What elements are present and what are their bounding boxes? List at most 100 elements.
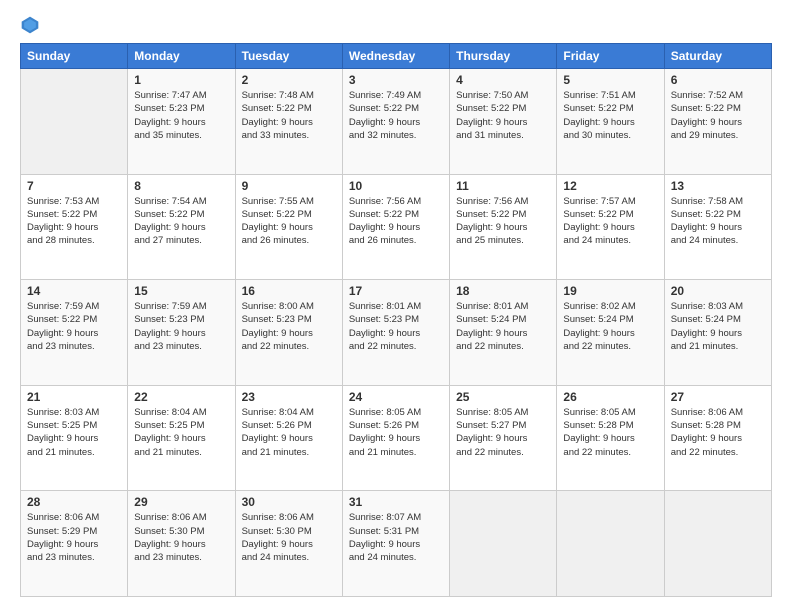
header-row: SundayMondayTuesdayWednesdayThursdayFrid…: [21, 44, 772, 69]
day-info: Sunrise: 8:06 AM Sunset: 5:28 PM Dayligh…: [671, 406, 765, 459]
day-number: 25: [456, 390, 550, 404]
day-info: Sunrise: 8:06 AM Sunset: 5:30 PM Dayligh…: [242, 511, 336, 564]
day-number: 28: [27, 495, 121, 509]
day-number: 17: [349, 284, 443, 298]
day-info: Sunrise: 8:07 AM Sunset: 5:31 PM Dayligh…: [349, 511, 443, 564]
day-info: Sunrise: 7:47 AM Sunset: 5:23 PM Dayligh…: [134, 89, 228, 142]
calendar-cell: 15 Sunrise: 7:59 AM Sunset: 5:23 PM Dayli…: [128, 280, 235, 386]
calendar-cell: 23Sunrise: 8:04 AM Sunset: 5:26 PM Dayli…: [235, 385, 342, 491]
page: SundayMondayTuesdayWednesdayThursdayFrid…: [0, 0, 792, 612]
day-info: Sunrise: 7:56 AM Sunset: 5:22 PM Dayligh…: [456, 195, 550, 248]
calendar-table: SundayMondayTuesdayWednesdayThursdayFrid…: [20, 43, 772, 597]
day-info: Sunrise: 7:49 AM Sunset: 5:22 PM Dayligh…: [349, 89, 443, 142]
day-number: 21: [27, 390, 121, 404]
week-row-0: 1 Sunrise: 7:47 AM Sunset: 5:23 PM Daylig…: [21, 69, 772, 175]
day-number: 6: [671, 73, 765, 87]
calendar-cell: 9 Sunrise: 7:55 AM Sunset: 5:22 PM Daylig…: [235, 174, 342, 280]
week-row-1: 7Sunrise: 7:53 AM Sunset: 5:22 PM Daylig…: [21, 174, 772, 280]
day-info: Sunrise: 7:54 AM Sunset: 5:22 PM Dayligh…: [134, 195, 228, 248]
day-info: Sunrise: 8:05 AM Sunset: 5:27 PM Dayligh…: [456, 406, 550, 459]
day-info: Sunrise: 7:57 AM Sunset: 5:22 PM Dayligh…: [563, 195, 657, 248]
calendar-cell: 7Sunrise: 7:53 AM Sunset: 5:22 PM Daylig…: [21, 174, 128, 280]
calendar-cell: 20Sunrise: 8:03 AM Sunset: 5:24 PM Dayli…: [664, 280, 771, 386]
logo-icon: [20, 15, 40, 35]
calendar-cell: 13 Sunrise: 7:58 AM Sunset: 5:22 PM Dayli…: [664, 174, 771, 280]
day-number: 14: [27, 284, 121, 298]
calendar-cell: 1 Sunrise: 7:47 AM Sunset: 5:23 PM Daylig…: [128, 69, 235, 175]
calendar-cell: 14 Sunrise: 7:59 AM Sunset: 5:22 PM Dayli…: [21, 280, 128, 386]
day-info: Sunrise: 7:56 AM Sunset: 5:22 PM Dayligh…: [349, 195, 443, 248]
day-number: 3: [349, 73, 443, 87]
day-number: 2: [242, 73, 336, 87]
calendar-cell: 6 Sunrise: 7:52 AM Sunset: 5:22 PM Daylig…: [664, 69, 771, 175]
day-info: Sunrise: 8:03 AM Sunset: 5:25 PM Dayligh…: [27, 406, 121, 459]
day-number: 7: [27, 179, 121, 193]
day-number: 15: [134, 284, 228, 298]
calendar-cell: 25 Sunrise: 8:05 AM Sunset: 5:27 PM Dayli…: [450, 385, 557, 491]
day-number: 19: [563, 284, 657, 298]
day-number: 5: [563, 73, 657, 87]
day-number: 26: [563, 390, 657, 404]
calendar-cell: 5 Sunrise: 7:51 AM Sunset: 5:22 PM Daylig…: [557, 69, 664, 175]
day-info: Sunrise: 7:55 AM Sunset: 5:22 PM Dayligh…: [242, 195, 336, 248]
calendar-cell: 27 Sunrise: 8:06 AM Sunset: 5:28 PM Dayli…: [664, 385, 771, 491]
calendar-cell: 30 Sunrise: 8:06 AM Sunset: 5:30 PM Dayli…: [235, 491, 342, 597]
calendar-cell: 4Sunrise: 7:50 AM Sunset: 5:22 PM Daylig…: [450, 69, 557, 175]
day-number: 23: [242, 390, 336, 404]
day-number: 8: [134, 179, 228, 193]
day-number: 4: [456, 73, 550, 87]
day-number: 1: [134, 73, 228, 87]
calendar-cell: 18 Sunrise: 8:01 AM Sunset: 5:24 PM Dayli…: [450, 280, 557, 386]
day-info: Sunrise: 7:58 AM Sunset: 5:22 PM Dayligh…: [671, 195, 765, 248]
day-info: Sunrise: 8:03 AM Sunset: 5:24 PM Dayligh…: [671, 300, 765, 353]
day-number: 16: [242, 284, 336, 298]
calendar-cell: 11 Sunrise: 7:56 AM Sunset: 5:22 PM Dayli…: [450, 174, 557, 280]
calendar-cell: [450, 491, 557, 597]
day-info: Sunrise: 7:52 AM Sunset: 5:22 PM Dayligh…: [671, 89, 765, 142]
calendar-cell: 21 Sunrise: 8:03 AM Sunset: 5:25 PM Dayli…: [21, 385, 128, 491]
day-info: Sunrise: 8:06 AM Sunset: 5:30 PM Dayligh…: [134, 511, 228, 564]
calendar-cell: 22 Sunrise: 8:04 AM Sunset: 5:25 PM Dayli…: [128, 385, 235, 491]
day-info: Sunrise: 8:06 AM Sunset: 5:29 PM Dayligh…: [27, 511, 121, 564]
calendar-cell: 19 Sunrise: 8:02 AM Sunset: 5:24 PM Dayli…: [557, 280, 664, 386]
calendar-cell: 12 Sunrise: 7:57 AM Sunset: 5:22 PM Dayli…: [557, 174, 664, 280]
calendar-cell: 26Sunrise: 8:05 AM Sunset: 5:28 PM Dayli…: [557, 385, 664, 491]
day-info: Sunrise: 8:00 AM Sunset: 5:23 PM Dayligh…: [242, 300, 336, 353]
day-info: Sunrise: 8:01 AM Sunset: 5:24 PM Dayligh…: [456, 300, 550, 353]
week-row-2: 14 Sunrise: 7:59 AM Sunset: 5:22 PM Dayli…: [21, 280, 772, 386]
header-day-saturday: Saturday: [664, 44, 771, 69]
header-day-wednesday: Wednesday: [342, 44, 449, 69]
week-row-4: 28 Sunrise: 8:06 AM Sunset: 5:29 PM Dayli…: [21, 491, 772, 597]
calendar-cell: 8 Sunrise: 7:54 AM Sunset: 5:22 PM Daylig…: [128, 174, 235, 280]
day-info: Sunrise: 8:05 AM Sunset: 5:26 PM Dayligh…: [349, 406, 443, 459]
header-day-tuesday: Tuesday: [235, 44, 342, 69]
calendar-cell: 17Sunrise: 8:01 AM Sunset: 5:23 PM Dayli…: [342, 280, 449, 386]
day-number: 13: [671, 179, 765, 193]
calendar-cell: 16 Sunrise: 8:00 AM Sunset: 5:23 PM Dayli…: [235, 280, 342, 386]
calendar-cell: 10Sunrise: 7:56 AM Sunset: 5:22 PM Dayli…: [342, 174, 449, 280]
calendar-cell: 2Sunrise: 7:48 AM Sunset: 5:22 PM Daylig…: [235, 69, 342, 175]
calendar-cell: [664, 491, 771, 597]
day-info: Sunrise: 7:59 AM Sunset: 5:23 PM Dayligh…: [134, 300, 228, 353]
day-info: Sunrise: 7:51 AM Sunset: 5:22 PM Dayligh…: [563, 89, 657, 142]
day-number: 18: [456, 284, 550, 298]
day-number: 22: [134, 390, 228, 404]
day-number: 12: [563, 179, 657, 193]
calendar-cell: 3 Sunrise: 7:49 AM Sunset: 5:22 PM Daylig…: [342, 69, 449, 175]
day-info: Sunrise: 8:02 AM Sunset: 5:24 PM Dayligh…: [563, 300, 657, 353]
calendar-header: SundayMondayTuesdayWednesdayThursdayFrid…: [21, 44, 772, 69]
logo: [20, 15, 44, 35]
calendar-cell: 31 Sunrise: 8:07 AM Sunset: 5:31 PM Dayli…: [342, 491, 449, 597]
calendar-cell: [557, 491, 664, 597]
day-info: Sunrise: 7:59 AM Sunset: 5:22 PM Dayligh…: [27, 300, 121, 353]
header: [20, 15, 772, 35]
day-number: 11: [456, 179, 550, 193]
day-number: 9: [242, 179, 336, 193]
day-number: 24: [349, 390, 443, 404]
day-number: 27: [671, 390, 765, 404]
calendar-cell: 29Sunrise: 8:06 AM Sunset: 5:30 PM Dayli…: [128, 491, 235, 597]
day-number: 31: [349, 495, 443, 509]
day-info: Sunrise: 8:04 AM Sunset: 5:25 PM Dayligh…: [134, 406, 228, 459]
day-number: 30: [242, 495, 336, 509]
calendar-cell: 24 Sunrise: 8:05 AM Sunset: 5:26 PM Dayli…: [342, 385, 449, 491]
